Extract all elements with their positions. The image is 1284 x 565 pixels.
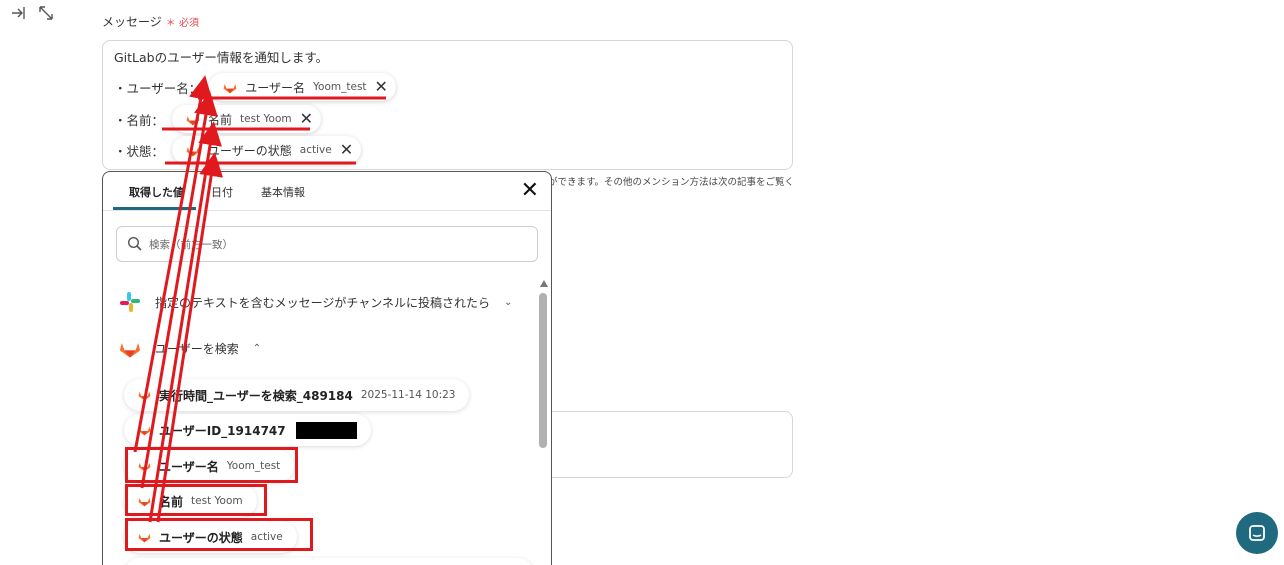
- gitlab-icon: [138, 426, 151, 436]
- row-prefix: ・名前：: [114, 112, 165, 128]
- toolbar: [10, 5, 54, 21]
- gitlab-icon: [119, 343, 141, 358]
- mention-hint-text: ができます。その他のメンション方法は次の記事をご覧く: [548, 177, 795, 188]
- chip-value: Yoom_test: [313, 81, 367, 93]
- tab-date[interactable]: 日付: [211, 184, 233, 200]
- search-input[interactable]: 検索（前方一致）: [116, 226, 538, 262]
- variable-item[interactable]: 実行時間_ユーザーを検索_489184 2025-11-14 10:23: [124, 379, 470, 411]
- redacted-value: [295, 421, 357, 439]
- chip-label: 名前: [208, 112, 233, 127]
- variable-chip-username[interactable]: ユーザー名 Yoom_test ✕: [209, 73, 396, 101]
- chip-value: test Yoom: [240, 113, 292, 125]
- slack-icon: [120, 292, 140, 312]
- gitlab-icon: [186, 146, 200, 156]
- field-label-text: メッセージ: [102, 15, 162, 29]
- remove-chip-icon[interactable]: ✕: [340, 142, 353, 158]
- message-row-username: ・ユーザー名： ユーザー名 Yoom_test ✕: [114, 73, 396, 101]
- search-icon: [127, 236, 142, 251]
- message-first-line: GitLabのユーザー情報を通知します。: [114, 50, 329, 65]
- chevron-up-icon[interactable]: ⌃: [253, 343, 261, 354]
- annotation-box-state: [125, 518, 313, 551]
- group-slack-trigger[interactable]: 指定のテキストを含むメッセージがチャンネルに投稿されたら ⌄: [119, 291, 512, 313]
- variable-chip-name[interactable]: 名前 test Yoom ✕: [172, 105, 322, 133]
- chip-value: active: [299, 144, 332, 156]
- group-title: 指定のテキストを含むメッセージがチャンネルに投稿されたら: [155, 295, 491, 310]
- chat-icon: [1249, 525, 1265, 541]
- chevron-down-icon[interactable]: ⌄: [504, 297, 512, 308]
- gitlab-icon: [223, 83, 237, 93]
- scrollbar-thumb[interactable]: [539, 293, 547, 448]
- row-prefix: ・状態：: [114, 143, 165, 159]
- variable-chip-state[interactable]: ユーザーの状態 active ✕: [172, 136, 362, 164]
- message-editor[interactable]: GitLabのユーザー情報を通知します。 ・ユーザー名： ユーザー名 Yoom_…: [102, 40, 793, 170]
- item-label: 実行時間_ユーザーを検索_489184: [159, 388, 353, 403]
- message-row-name: ・名前： 名前 test Yoom ✕: [114, 105, 322, 133]
- item-value: 2025-11-14 10:23: [360, 389, 456, 401]
- group-title: ユーザーを検索: [155, 342, 239, 356]
- close-icon[interactable]: ✕: [521, 180, 539, 202]
- expand-icon[interactable]: [38, 5, 54, 21]
- tab-retrieved-values[interactable]: 取得した値: [129, 184, 184, 200]
- annotation-box-name: [125, 484, 267, 516]
- chip-label: ユーザーの状態: [208, 143, 292, 158]
- required-badge: ＊ 必須: [165, 18, 199, 29]
- remove-chip-icon[interactable]: ✕: [375, 79, 388, 95]
- variable-item[interactable]: ユーザーID_1914747: [124, 414, 371, 446]
- gitlab-icon: [186, 115, 200, 125]
- collapse-panel-icon[interactable]: [10, 5, 26, 21]
- active-tab-indicator: [113, 207, 196, 210]
- message-field-label: メッセージ ＊ 必須: [102, 13, 199, 30]
- scrollbar[interactable]: [539, 280, 548, 565]
- message-row-state: ・状態： ユーザーの状態 active ✕: [114, 136, 362, 164]
- tab-basic-info[interactable]: 基本情報: [261, 184, 305, 200]
- item-label: ユーザーID_1914747: [159, 423, 286, 438]
- background-input-field[interactable]: [551, 411, 793, 478]
- row-prefix: ・ユーザー名：: [114, 80, 202, 96]
- picker-tabs: 取得した値 日付 基本情報 ✕: [103, 172, 551, 211]
- group-gitlab-user-search[interactable]: ユーザーを検索 ⌃: [119, 338, 261, 359]
- annotation-box-username: [125, 447, 298, 483]
- chat-support-button[interactable]: [1236, 512, 1278, 554]
- gitlab-icon: [138, 391, 151, 401]
- scroll-up-icon[interactable]: [540, 280, 548, 287]
- remove-chip-icon[interactable]: ✕: [300, 111, 313, 127]
- variable-item[interactable]: [124, 558, 534, 565]
- chip-label: ユーザー名: [245, 80, 306, 95]
- search-placeholder: 検索（前方一致）: [149, 238, 233, 251]
